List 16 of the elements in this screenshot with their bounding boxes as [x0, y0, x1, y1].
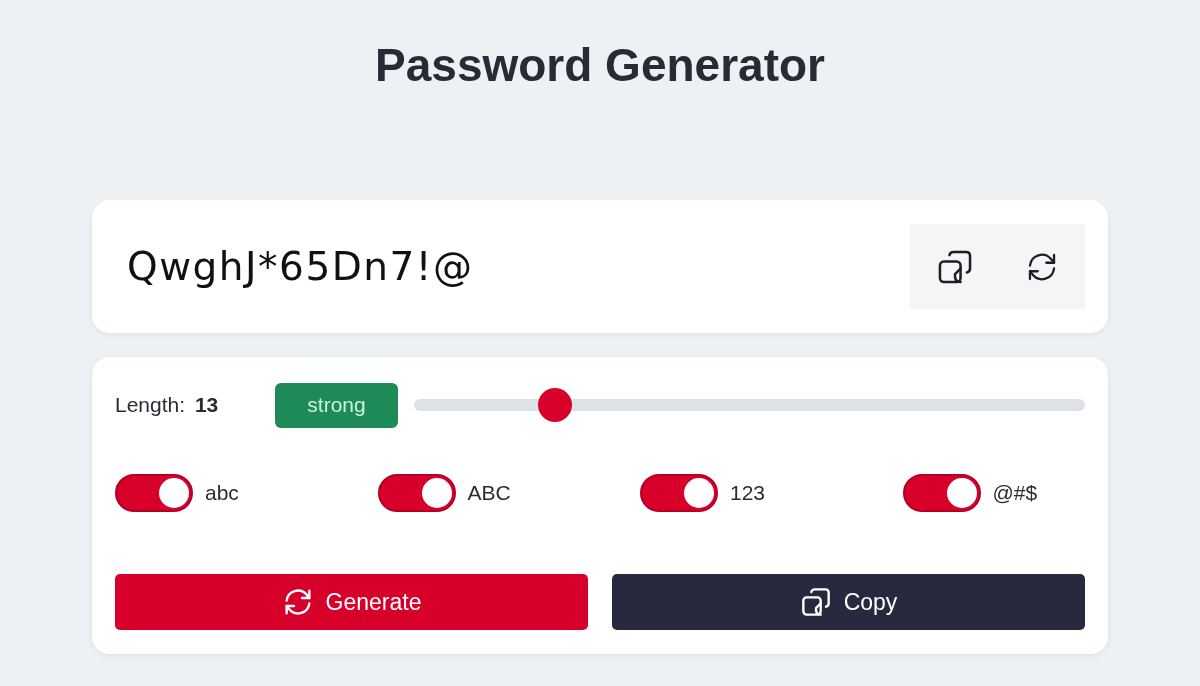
page-title: Password Generator: [375, 38, 825, 92]
toggle-switch[interactable]: [115, 474, 193, 512]
option-label: ABC: [467, 481, 511, 505]
toggle-switch[interactable]: [377, 474, 456, 512]
slider-handle[interactable]: [537, 388, 572, 422]
copy-icon: [799, 586, 832, 618]
generate-button[interactable]: Generate: [115, 574, 588, 630]
copy-button[interactable]: Copy: [612, 574, 1085, 630]
length-label: Length: 13: [115, 393, 220, 417]
option-label: abc: [205, 481, 239, 505]
toggle-switch[interactable]: [640, 474, 718, 512]
toggle-switch[interactable]: [902, 474, 981, 512]
option-label: 123: [730, 481, 766, 505]
password-field[interactable]: QwghJ*65Dn7!@: [127, 244, 474, 289]
strength-label: strong: [275, 382, 398, 428]
option-label: @#$: [992, 481, 1038, 505]
